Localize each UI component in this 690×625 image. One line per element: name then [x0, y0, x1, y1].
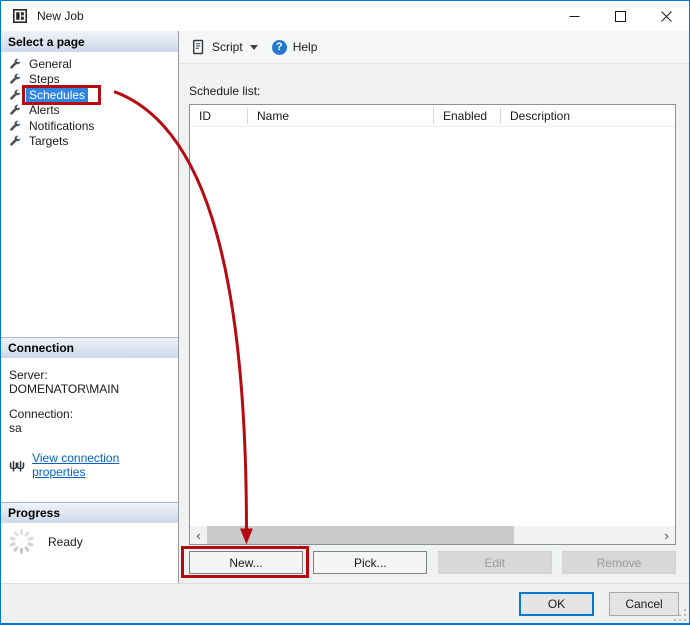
progress-header: Progress [1, 502, 178, 523]
sidebar-item-label: Steps [29, 72, 60, 87]
progress-status: Ready [48, 535, 83, 549]
sidebar: Select a page General Steps Schedules Al… [1, 31, 179, 583]
wrench-icon [9, 73, 21, 85]
minimize-button[interactable] [551, 1, 597, 31]
sidebar-item-notifications[interactable]: Notifications [1, 118, 178, 134]
schedule-table-header: ID Name Enabled Description [190, 105, 675, 127]
sidebar-item-schedules[interactable]: Schedules [1, 84, 178, 105]
sidebar-item-targets[interactable]: Targets [1, 134, 178, 150]
toolbar: Script ? Help [179, 31, 689, 64]
progress-body: Ready [1, 523, 178, 583]
script-button[interactable]: Script [212, 40, 243, 54]
sidebar-item-label: Notifications [29, 118, 95, 133]
wrench-icon [9, 89, 21, 101]
help-icon: ? [271, 39, 287, 55]
sidebar-item-steps[interactable]: Steps [1, 72, 178, 88]
view-connection-properties-link[interactable]: View connection properties [32, 451, 170, 479]
connection-label: Connection: [9, 407, 74, 421]
scrollbar-thumb[interactable] [207, 526, 514, 544]
sidebar-item-label: Alerts [29, 103, 60, 118]
maximize-icon [614, 10, 626, 22]
new-button[interactable]: New... [181, 546, 309, 578]
schedules-page-content: Schedule list: ID Name Enabled Descripti… [179, 64, 689, 583]
connection-header: Connection [1, 337, 178, 358]
main-panel: Script ? Help Schedule list: ID Name Ena… [179, 31, 689, 583]
resize-grip[interactable] [674, 609, 687, 622]
sidebar-item-alerts[interactable]: Alerts [1, 103, 178, 119]
script-icon [190, 39, 206, 55]
close-button[interactable] [643, 1, 689, 31]
dialog-footer: OK Cancel [1, 583, 689, 623]
help-button[interactable]: Help [293, 40, 318, 54]
minimize-icon [569, 15, 579, 17]
schedule-list-box: ID Name Enabled Description ‹ › [189, 104, 676, 545]
column-header-id[interactable]: ID [190, 105, 248, 126]
scroll-right-icon[interactable]: › [658, 526, 675, 544]
dialog-icon [13, 9, 27, 23]
sidebar-item-general[interactable]: General [1, 56, 178, 72]
window-title: New Job [37, 9, 84, 23]
column-header-name[interactable]: Name [248, 105, 434, 126]
sidebar-item-label: Targets [29, 134, 69, 149]
select-a-page-header: Select a page [1, 31, 178, 52]
script-dropdown-caret-icon[interactable] [249, 45, 258, 54]
wrench-icon [9, 58, 21, 70]
window-controls [551, 1, 689, 31]
close-icon [660, 10, 672, 22]
connection-info: Server: DOMENATOR\MAIN Connection: sa ψψ… [1, 358, 178, 502]
wrench-icon [9, 135, 21, 147]
schedule-buttons-row: New... Pick... Edit Remove [181, 546, 676, 578]
schedule-list-label: Schedule list: [189, 84, 261, 98]
server-value: DOMENATOR\MAIN [9, 382, 120, 396]
progress-spinner-icon [8, 528, 35, 583]
wrench-icon [9, 120, 21, 132]
pick-button[interactable]: Pick... [313, 551, 428, 574]
wrench-icon [9, 104, 21, 116]
column-header-description[interactable]: Description [501, 105, 675, 126]
titlebar: New Job [1, 1, 689, 31]
maximize-button[interactable] [597, 1, 643, 31]
horizontal-scrollbar[interactable]: ‹ › [190, 526, 675, 544]
sidebar-item-label-selected: Schedules [21, 84, 102, 105]
connection-value: sa [9, 421, 22, 435]
column-header-enabled[interactable]: Enabled [434, 105, 501, 126]
ok-button[interactable]: OK [519, 591, 594, 616]
edit-button: Edit [437, 551, 552, 574]
remove-button: Remove [561, 551, 676, 574]
server-label: Server: [9, 368, 48, 382]
schedule-table-body-empty [190, 127, 675, 526]
connection-properties-icon: ψψ [9, 458, 25, 472]
cancel-button[interactable]: Cancel [609, 591, 679, 616]
sidebar-item-label: General [29, 56, 72, 71]
scrollbar-track[interactable] [207, 526, 658, 544]
new-job-dialog: New Job Select a page General Steps Sche… [0, 0, 690, 625]
page-list: General Steps Schedules Alerts Notificat… [1, 52, 178, 149]
scroll-left-icon[interactable]: ‹ [190, 526, 207, 544]
